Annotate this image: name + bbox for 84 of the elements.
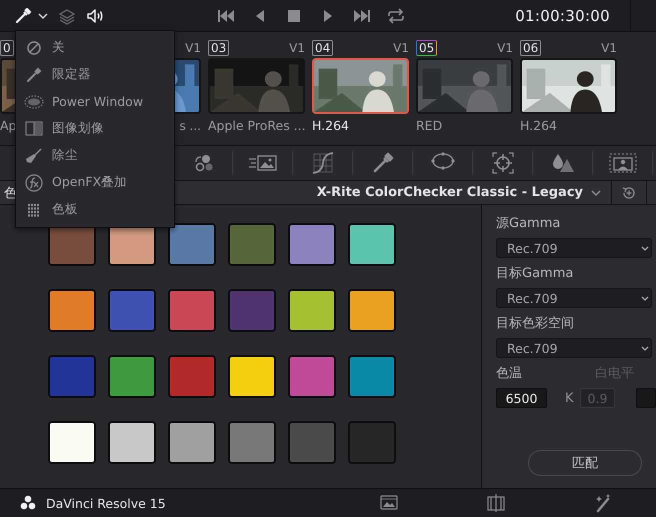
track-label: V1 (601, 41, 617, 55)
color-swatch[interactable] (108, 421, 156, 464)
color-swatch[interactable] (108, 355, 156, 398)
loop-icon (386, 6, 406, 26)
split-frame-icon (25, 120, 43, 138)
eyedropper-icon (372, 152, 394, 174)
track-label: V1 (185, 41, 201, 55)
caret-down-icon (641, 294, 649, 302)
clip-number: 06 (520, 40, 542, 56)
color-swatch[interactable] (288, 355, 336, 398)
clip-codec: s ... (179, 119, 201, 133)
layers-icon (58, 6, 76, 24)
color-swatch[interactable] (288, 421, 336, 464)
unit-label: K (564, 390, 575, 406)
track-label: V1 (497, 41, 513, 55)
track-label: V1 (289, 41, 305, 55)
ellipse-window-icon (23, 94, 45, 110)
menu-toggle-button[interactable] (14, 6, 48, 24)
filmstrip-split-icon (486, 493, 506, 513)
color-swatch[interactable] (168, 421, 216, 464)
dot-grid-icon (26, 202, 42, 218)
color-swatch[interactable] (348, 289, 396, 332)
eyedropper-icon (14, 6, 32, 24)
speaker-icon (86, 6, 104, 24)
match-button[interactable]: 匹配 (528, 450, 642, 476)
curves-icon (312, 152, 334, 174)
color-swatch[interactable] (48, 289, 96, 332)
clip-codec: Ap (0, 118, 16, 133)
menu-item[interactable]: OpenFX叠加 (16, 169, 174, 196)
person-picture-icon (608, 152, 636, 174)
input-field[interactable]: 6500 (496, 388, 547, 408)
menu-item[interactable]: 图像划像 (16, 115, 174, 142)
color-swatch[interactable] (348, 355, 396, 398)
input-field[interactable] (636, 388, 656, 408)
dropdown[interactable]: Rec.709 (496, 338, 652, 358)
color-swatch[interactable] (168, 355, 216, 398)
color-swatch[interactable] (48, 421, 96, 464)
broom-icon (25, 146, 43, 164)
fx-circle-icon (25, 174, 43, 192)
clip-number: 0 (0, 40, 14, 56)
menu-item[interactable]: 限定器 (16, 61, 174, 88)
ban-icon (26, 40, 42, 56)
reset-icon (621, 184, 637, 200)
color-swatch[interactable] (348, 421, 396, 464)
chevron-down-icon (38, 10, 48, 20)
clip-number: 03 (208, 40, 230, 56)
eyedropper-icon (26, 66, 42, 82)
menu-item[interactable]: 除尘 (16, 142, 174, 169)
target-icon (490, 151, 514, 175)
menu-item[interactable]: 色板 (16, 196, 174, 223)
color-swatch[interactable] (348, 223, 396, 266)
app-name: DaVinci Resolve 15 (46, 496, 166, 510)
timecode: 01:00:30:00 (514, 6, 611, 24)
track-label: V1 (393, 41, 409, 55)
caret-down-icon (641, 244, 649, 252)
color-swatch[interactable] (288, 223, 336, 266)
three-circles-logo-icon (20, 495, 36, 511)
dropdown[interactable]: Rec.709 (496, 288, 652, 308)
dropdown[interactable]: Rec.709 (496, 238, 652, 258)
color-swatch[interactable] (108, 289, 156, 332)
clip-number: 05 (416, 40, 438, 56)
color-swatch[interactable] (228, 421, 276, 464)
menu-item[interactable]: 关 (16, 34, 174, 61)
color-swatch[interactable] (168, 289, 216, 332)
color-swatch[interactable] (288, 289, 336, 332)
menu-item[interactable]: Power Window (16, 88, 174, 115)
color-swatch[interactable] (168, 223, 216, 266)
toolbar-button[interactable] (86, 6, 104, 24)
field-label: 源Gamma (496, 215, 562, 233)
clip-codec: RED (416, 118, 442, 133)
clip-number: 04 (312, 40, 334, 56)
caret-down-icon (641, 344, 649, 352)
clip-codec: Apple ProRes ... (208, 118, 306, 133)
clip-codec: H.264 (520, 118, 558, 133)
color-swatch[interactable] (48, 355, 96, 398)
color-swatch[interactable] (228, 355, 276, 398)
clip-codec: H.264 (312, 118, 350, 133)
field-label: 目标色彩空间 (496, 315, 575, 333)
field-label: 色温 (496, 365, 523, 383)
chevron-down-icon (591, 188, 601, 198)
color-swatch[interactable] (228, 289, 276, 332)
field-label: 目标Gamma (496, 265, 574, 283)
transport-button[interactable] (386, 6, 406, 26)
color-swatch[interactable] (228, 223, 276, 266)
